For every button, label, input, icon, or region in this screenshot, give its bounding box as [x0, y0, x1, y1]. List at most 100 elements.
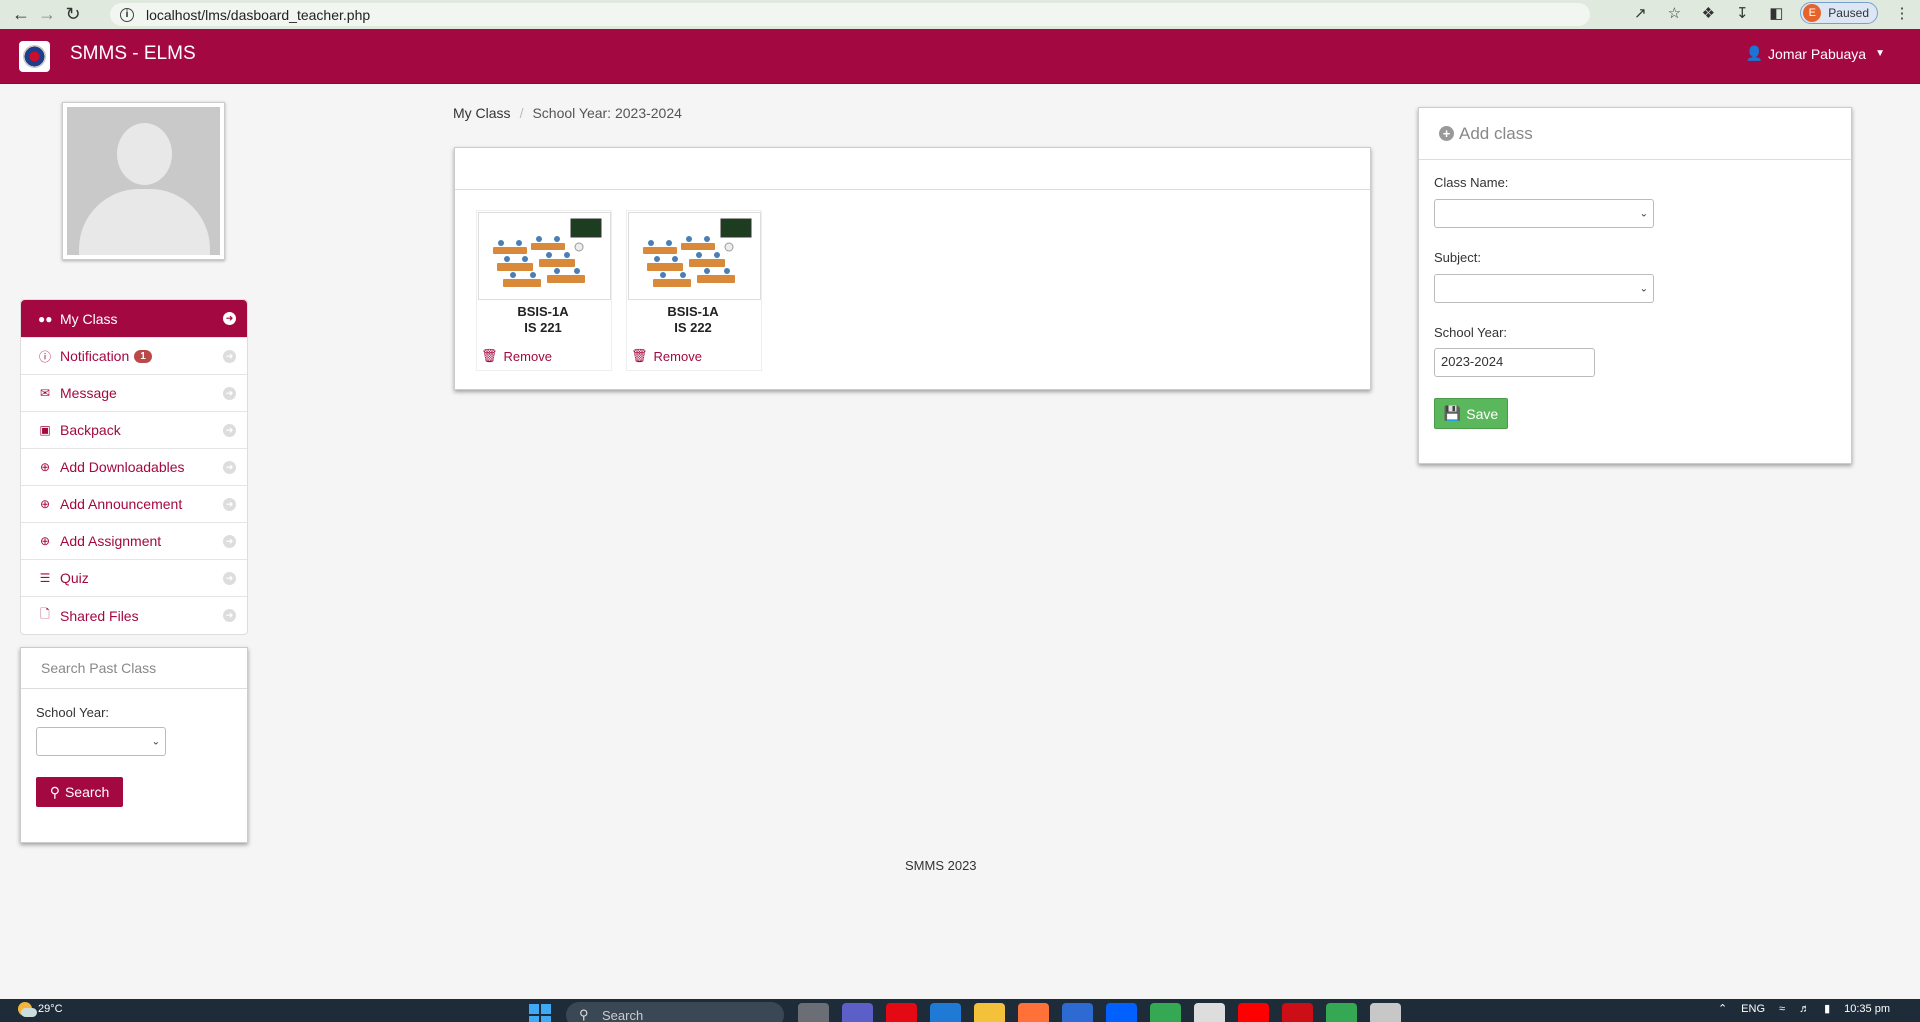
menu-kebab-icon[interactable]: ⋮	[1892, 2, 1912, 24]
panel-header: + Add class	[1419, 108, 1851, 160]
clock[interactable]: 10:35 pm	[1844, 1003, 1890, 1015]
sidebar-item-label: My Class	[60, 310, 118, 327]
profile-avatar: E	[1803, 4, 1822, 22]
sidebar-item-add-downloadables[interactable]: ⊕ Add Downloadables ➜	[21, 449, 247, 486]
class-thumbnail[interactable]	[478, 212, 611, 300]
windows-start-icon[interactable]	[529, 1004, 551, 1022]
panel-header	[455, 148, 1370, 190]
forward-icon[interactable]: →	[34, 2, 60, 28]
youtube-icon[interactable]	[1238, 1003, 1269, 1022]
school-logo[interactable]	[19, 41, 50, 72]
back-icon[interactable]: ←	[8, 2, 34, 28]
class-card[interactable]: BSIS-1A IS 222 🗑 Remove	[626, 210, 762, 371]
trash-icon: 🗑	[481, 348, 498, 363]
sidebar-item-message[interactable]: ✉ Message ➜	[21, 375, 247, 412]
sidebar-item-label: Add Announcement	[60, 496, 183, 512]
chevron-right-icon: ➜	[223, 312, 236, 325]
sidebar-item-backpack[interactable]: ▣ Backpack ➜	[21, 412, 247, 449]
star-icon[interactable]: ☆	[1664, 2, 1684, 24]
add-class-panel: + Add class Class Name: ⌄ Subject: ⌄ Sch…	[1418, 107, 1852, 464]
class-title[interactable]: BSIS-1A IS 221	[477, 304, 609, 336]
wifi-icon[interactable]: ≈	[1779, 1003, 1785, 1015]
volume-icon[interactable]: ♬	[1799, 1003, 1810, 1015]
profile-button[interactable]: E Paused	[1800, 2, 1878, 24]
weather-widget[interactable]: 29°C	[18, 1002, 63, 1017]
site-info-icon[interactable]: i	[120, 7, 134, 22]
vscode-icon[interactable]	[930, 1003, 961, 1022]
amazon-icon[interactable]	[1194, 1003, 1225, 1022]
battery-icon[interactable]: ▮	[1824, 1002, 1830, 1015]
sidebar-item-label: Quiz	[60, 570, 89, 586]
class-card[interactable]: BSIS-1A IS 221 🗑 Remove	[476, 210, 612, 371]
subject-select[interactable]: ⌄	[1434, 274, 1654, 303]
sidebar-item-add-assignment[interactable]: ⊕ Add Assignment ➜	[21, 523, 247, 560]
class-name-select[interactable]: ⌄	[1434, 199, 1654, 228]
save-button[interactable]: 💾 Save	[1434, 398, 1508, 429]
breadcrumb-my-class[interactable]: My Class	[453, 105, 511, 121]
chrome-icon[interactable]	[1150, 1003, 1181, 1022]
user-icon: 👤	[1745, 45, 1764, 61]
sidebar-item-label: Backpack	[60, 422, 121, 438]
sidepanel-icon[interactable]: ◧	[1766, 2, 1786, 24]
school-year-input[interactable]: 2023-2024	[1434, 348, 1595, 377]
sidebar-item-add-announcement[interactable]: ⊕ Add Announcement ➜	[21, 486, 247, 523]
plus-circle-icon: ⊕	[39, 460, 51, 474]
chrome-profile-icon[interactable]	[1326, 1003, 1357, 1022]
caret-down-icon: ▼	[1875, 48, 1885, 59]
sidebar-item-label: Shared Files	[60, 607, 139, 624]
sidebar-item-my-class[interactable]: ●● My Class ➜	[21, 300, 247, 338]
chevron-right-icon: ➜	[223, 424, 236, 437]
chevron-right-icon: ➜	[223, 535, 236, 548]
panel-title: Search Past Class	[21, 648, 247, 689]
opera-icon[interactable]	[1282, 1003, 1313, 1022]
chevron-right-icon: ➜	[223, 387, 236, 400]
firefox-icon[interactable]	[1018, 1003, 1049, 1022]
teams-icon[interactable]	[842, 1003, 873, 1022]
dropbox-icon[interactable]	[1106, 1003, 1137, 1022]
chevron-up-icon[interactable]: ⌃	[1718, 1002, 1727, 1015]
netflix-icon[interactable]	[886, 1003, 917, 1022]
school-year-label: School Year:	[1434, 325, 1508, 340]
address-bar[interactable]: i localhost/lms/dasboard_teacher.php	[110, 3, 1590, 26]
search-button[interactable]: ⚲ Search	[36, 777, 123, 807]
class-section: BSIS-1A	[667, 304, 719, 319]
share-icon[interactable]: ↗	[1630, 2, 1650, 24]
school-year-label: School Year:	[36, 705, 110, 720]
taskbar-search[interactable]: ⚲ Search	[566, 1002, 784, 1022]
sidebar-nav: ●● My Class ➜ ⓘ Notification 1 ➜ ✉ Messa…	[20, 299, 248, 635]
class-thumbnail[interactable]	[628, 212, 761, 300]
class-title[interactable]: BSIS-1A IS 222	[627, 304, 759, 336]
browser-actions: ↗ ☆ ❖ ↧ ◧ E Paused ⋮	[1630, 2, 1912, 24]
snipping-tool-icon[interactable]	[1370, 1003, 1401, 1022]
reload-icon[interactable]: ↻	[60, 2, 86, 28]
search-past-class-panel: Search Past Class School Year: ⌄ ⚲ Searc…	[20, 647, 248, 843]
info-icon: ⓘ	[38, 349, 51, 364]
briefcase-icon: ▣	[39, 423, 51, 437]
list-icon: ☰	[39, 571, 51, 585]
user-menu[interactable]: 👤 Jomar Pabuaya ▼	[1746, 45, 1885, 62]
sidebar-item-notification[interactable]: ⓘ Notification 1 ➜	[21, 338, 247, 375]
remove-class-button[interactable]: 🗑 Remove	[481, 348, 552, 364]
remove-class-button[interactable]: 🗑 Remove	[631, 348, 702, 364]
taskbar-apps	[798, 1003, 1401, 1022]
chevron-right-icon: ➜	[223, 461, 236, 474]
download-icon[interactable]: ↧	[1732, 2, 1752, 24]
plus-circle-icon: ⊕	[39, 497, 51, 511]
plus-circle-icon: +	[1439, 126, 1454, 141]
breadcrumb-school-year: School Year: 2023-2024	[532, 105, 682, 121]
class-name-label: Class Name:	[1434, 175, 1509, 190]
app-title[interactable]: SMMS - ELMS	[70, 43, 196, 65]
extensions-icon[interactable]: ❖	[1698, 2, 1718, 24]
trash-icon: 🗑	[631, 348, 648, 363]
past-school-year-select[interactable]: ⌄	[36, 727, 166, 756]
task-view-icon[interactable]	[798, 1003, 829, 1022]
language-indicator[interactable]: ENG	[1741, 1003, 1765, 1015]
store-icon[interactable]	[1062, 1003, 1093, 1022]
sidebar-item-shared-files[interactable]: 🗋 Shared Files ➜	[21, 597, 247, 634]
chevron-down-icon: ⌄	[1639, 208, 1648, 219]
file-explorer-icon[interactable]	[974, 1003, 1005, 1022]
url-text: localhost/lms/dasboard_teacher.php	[146, 6, 371, 23]
sidebar-item-quiz[interactable]: ☰ Quiz ➜	[21, 560, 247, 597]
sidebar-item-label: Add Assignment	[60, 533, 162, 549]
envelope-icon: ✉	[39, 386, 51, 400]
